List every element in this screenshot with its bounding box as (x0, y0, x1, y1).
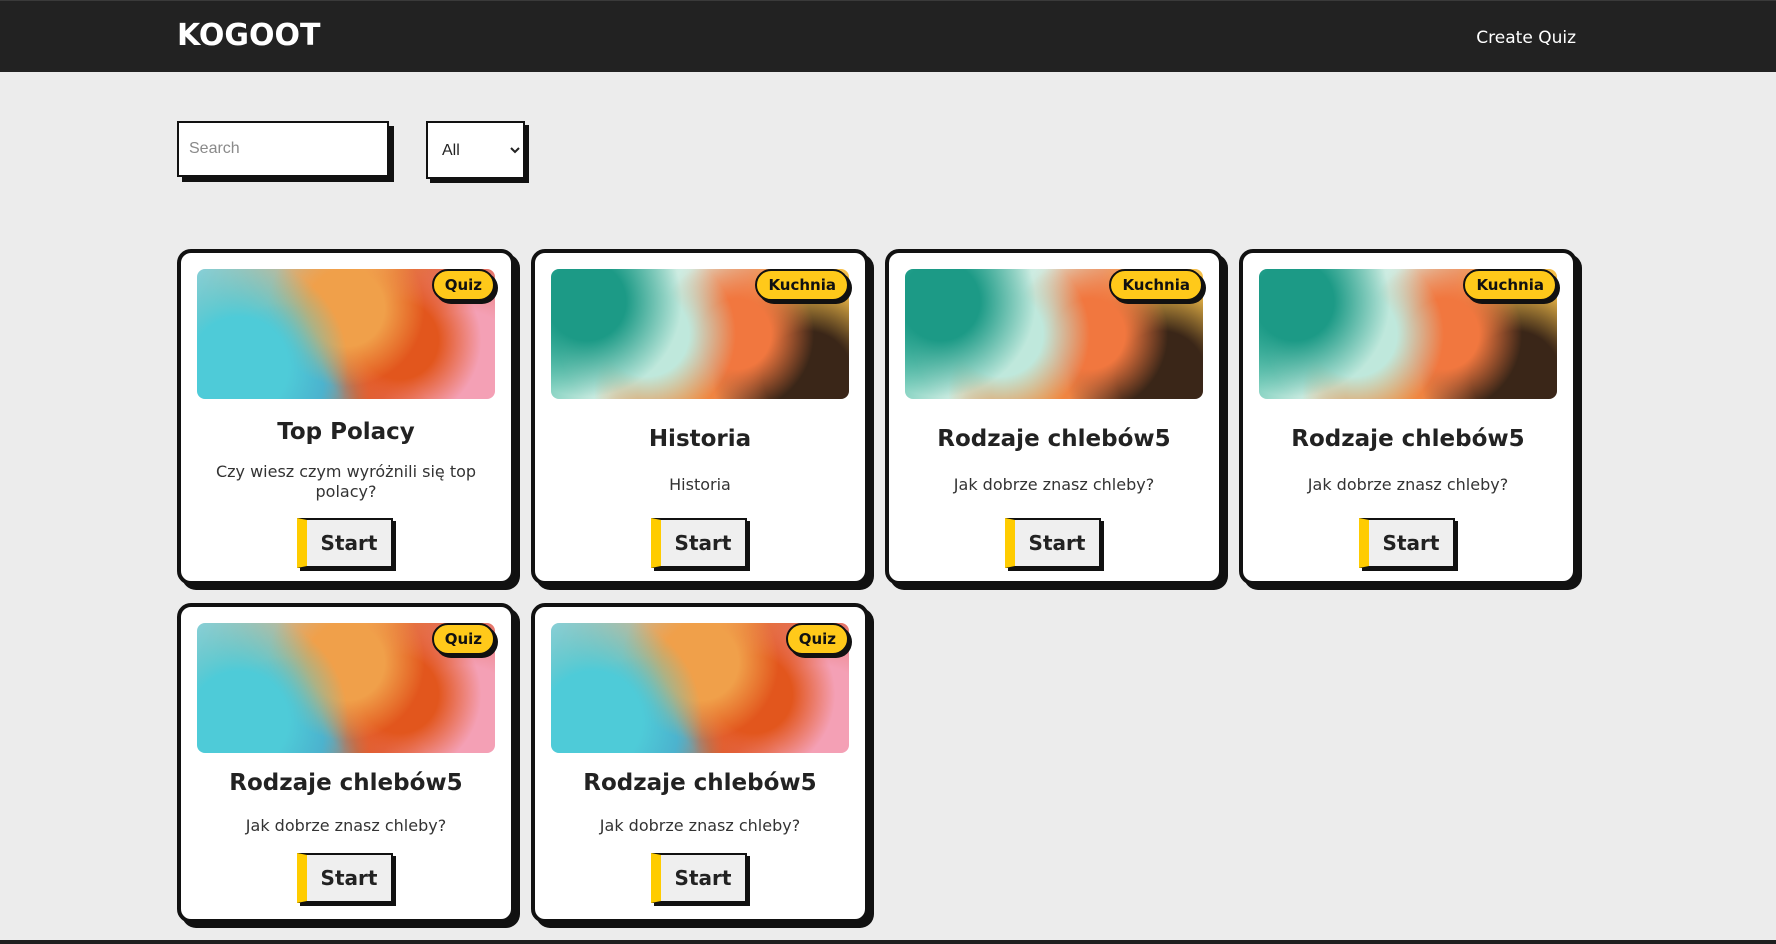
quiz-card: Kuchnia Rodzaje chlebów5 Jak dobrze znas… (885, 249, 1223, 585)
card-description: Jak dobrze znasz chleby? (599, 816, 801, 835)
card-title: Top Polacy (277, 419, 415, 445)
quiz-card: Quiz Rodzaje chlebów5 Jak dobrze znasz c… (177, 603, 515, 923)
start-button[interactable]: Start (297, 853, 393, 903)
start-button[interactable]: Start (651, 518, 747, 568)
bottom-edge (0, 940, 1776, 944)
card-description: Historia (669, 475, 731, 494)
category-badge: Quiz (785, 623, 849, 655)
quiz-card: Kuchnia Historia Historia Start (531, 249, 869, 585)
start-button[interactable]: Start (297, 518, 393, 568)
create-quiz-link[interactable]: Create Quiz (1476, 28, 1576, 48)
card-description: Czy wiesz czym wyróżnili się top polacy? (215, 462, 477, 501)
card-description: Jak dobrze znasz chleby? (1307, 475, 1509, 494)
top-navbar: KOGOOT Create Quiz (0, 0, 1776, 72)
quiz-card: Kuchnia Rodzaje chlebów5 Jak dobrze znas… (1239, 249, 1577, 585)
card-title: Rodzaje chlebów5 (229, 770, 463, 796)
card-title: Rodzaje chlebów5 (937, 426, 1171, 452)
category-badge: Quiz (431, 623, 495, 655)
start-button[interactable]: Start (651, 853, 747, 903)
category-badge: Kuchnia (755, 269, 849, 301)
card-description: Jak dobrze znasz chleby? (245, 816, 447, 835)
quiz-card: Quiz Top Polacy Czy wiesz czym wyróżnili… (177, 249, 515, 585)
start-button[interactable]: Start (1359, 518, 1455, 568)
card-description: Jak dobrze znasz chleby? (953, 475, 1155, 494)
brand-logo[interactable]: KOGOOT (177, 18, 321, 53)
category-badge: Kuchnia (1109, 269, 1203, 301)
category-badge: Quiz (431, 269, 495, 301)
start-button[interactable]: Start (1005, 518, 1101, 568)
card-title: Historia (648, 426, 752, 452)
search-input[interactable] (177, 121, 389, 177)
category-select[interactable]: All (426, 121, 525, 179)
quiz-card: Quiz Rodzaje chlebów5 Jak dobrze znasz c… (531, 603, 869, 923)
card-title: Rodzaje chlebów5 (1291, 426, 1525, 452)
category-badge: Kuchnia (1463, 269, 1557, 301)
card-title: Rodzaje chlebów5 (583, 770, 817, 796)
